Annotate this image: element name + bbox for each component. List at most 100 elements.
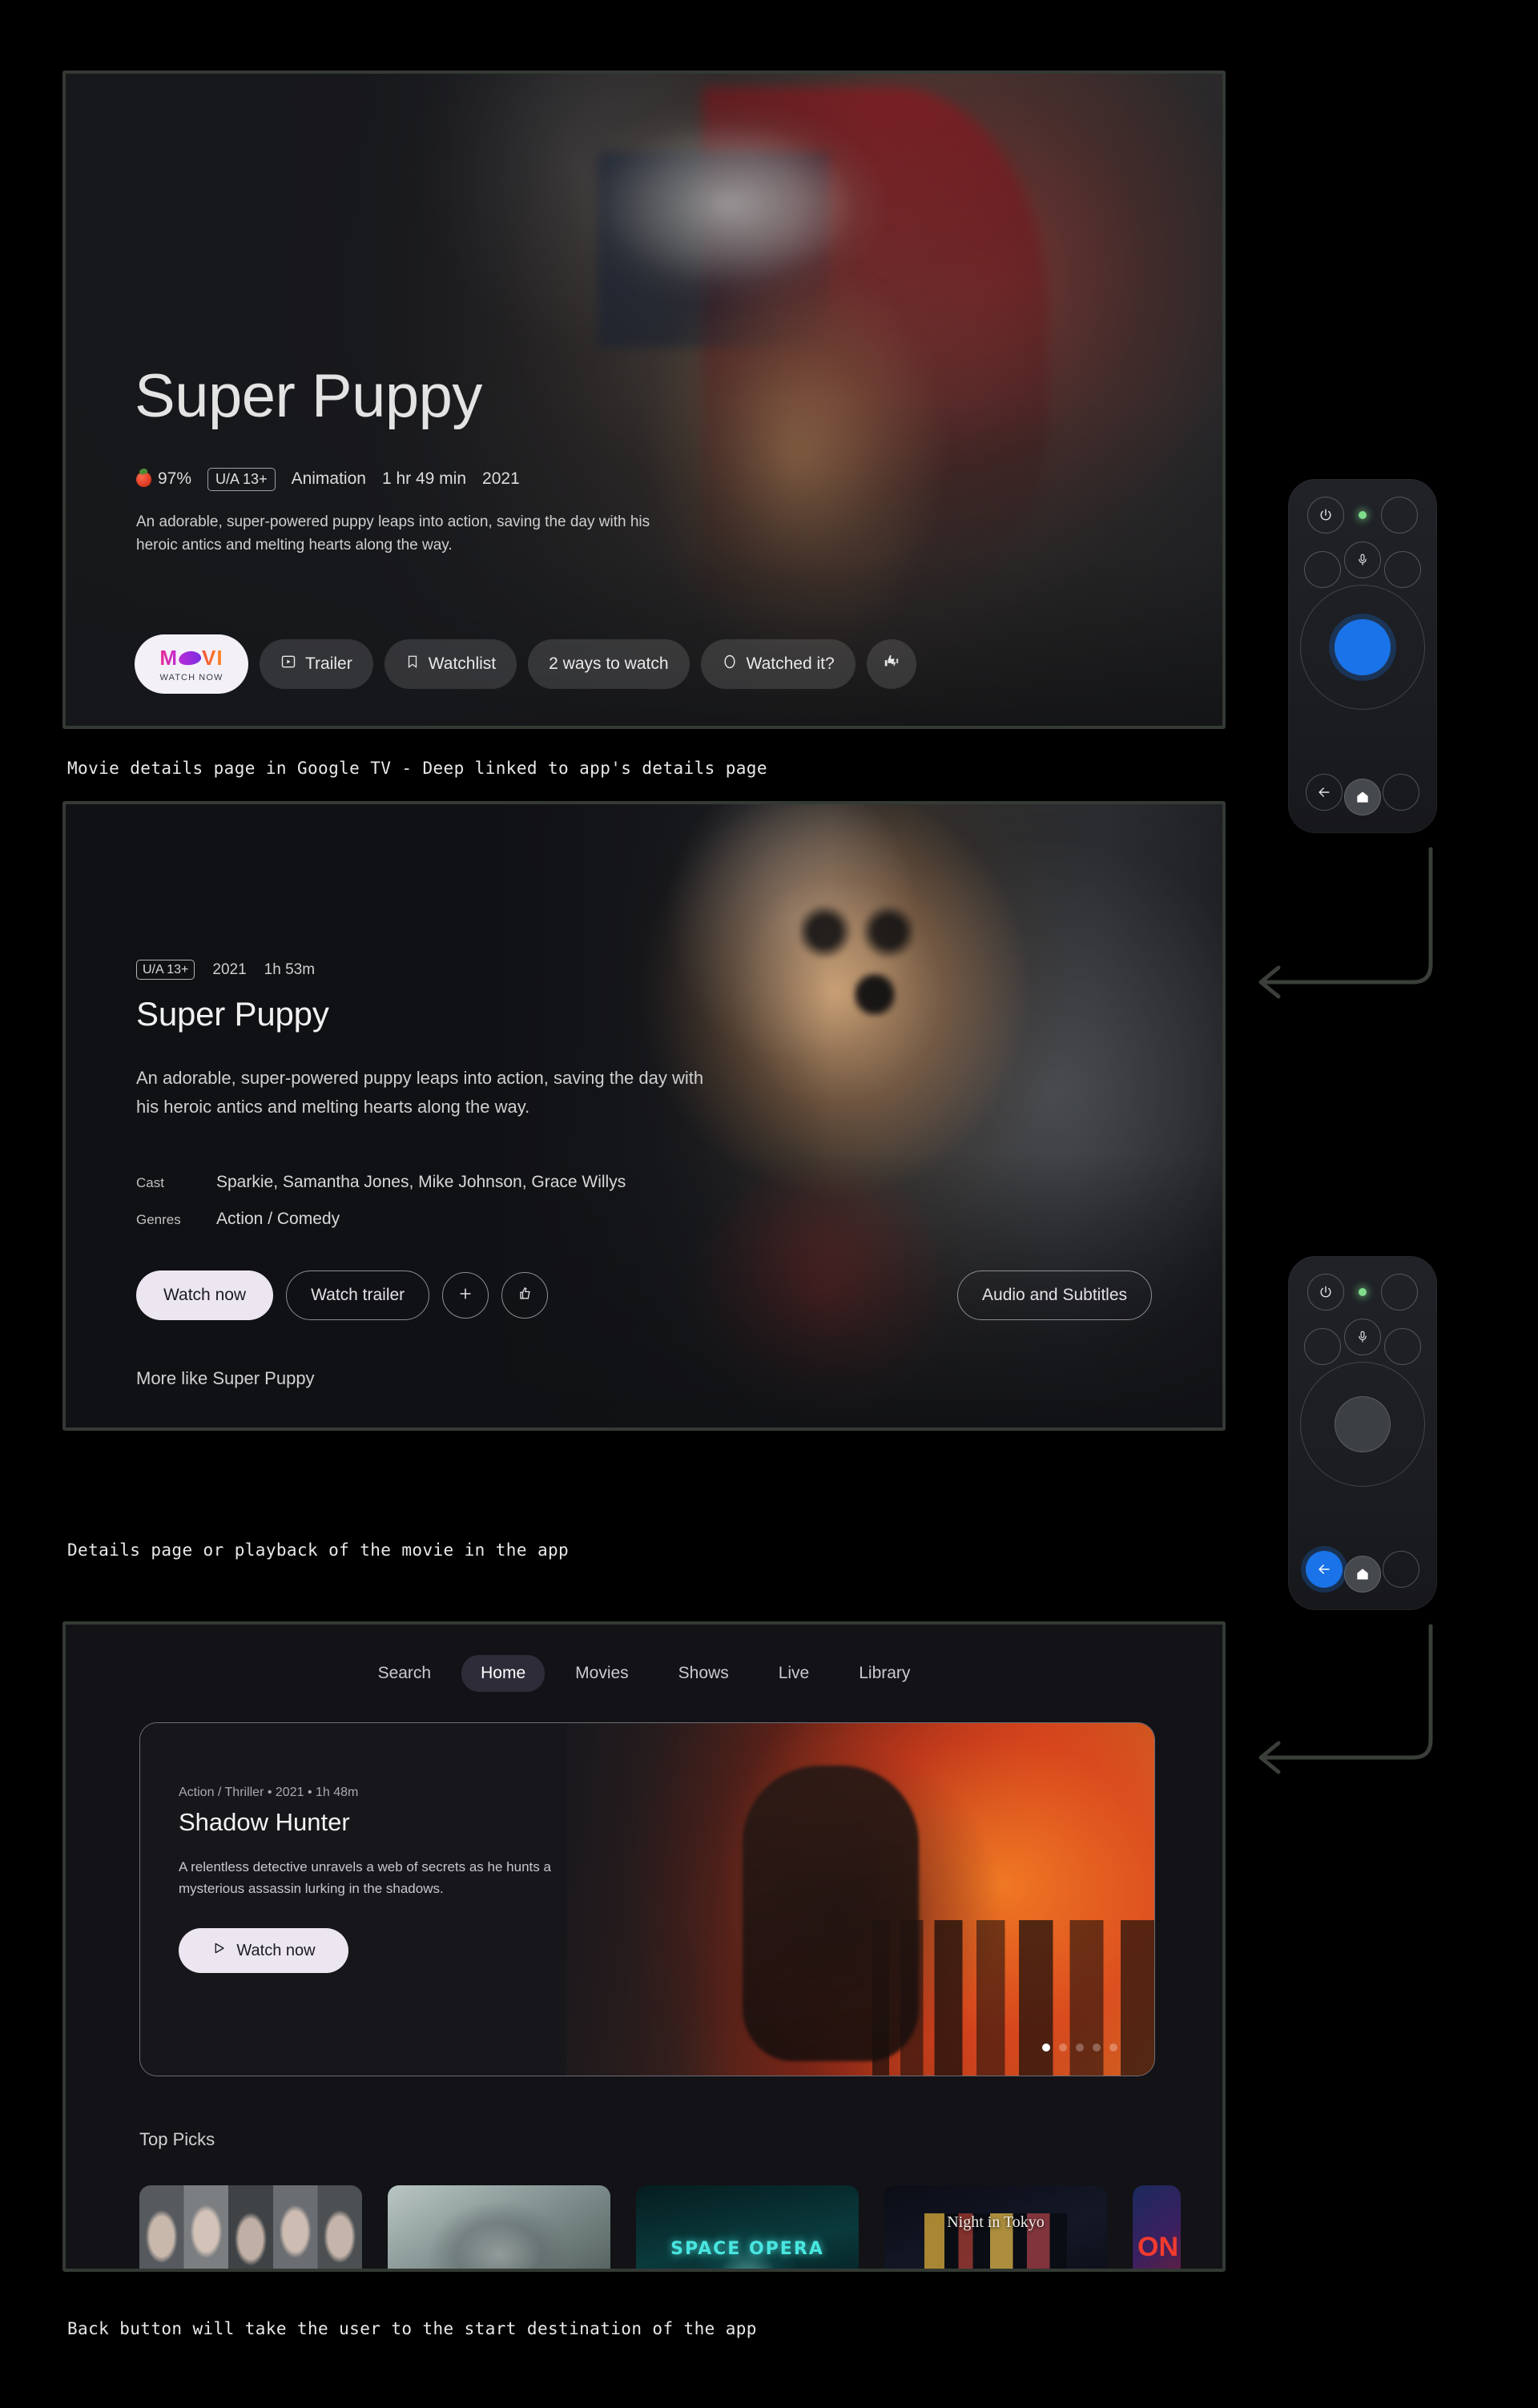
hero-metadata: Action / Thriller • 2021 • 1h 48m — [179, 1786, 359, 1799]
audio-and-subtitles-button[interactable]: Audio and Subtitles — [957, 1270, 1152, 1320]
microphone-button[interactable] — [1344, 542, 1381, 578]
thumbs-up-icon — [517, 1286, 533, 1306]
menu-button[interactable] — [1383, 774, 1419, 811]
nav-item-search[interactable]: Search — [359, 1655, 451, 1692]
carousel-dot[interactable] — [1042, 2044, 1050, 2052]
back-button[interactable] — [1306, 774, 1343, 811]
cast-section-title: Cast & Crew — [136, 727, 235, 729]
add-to-list-button[interactable] — [442, 1272, 489, 1319]
play-box-icon — [280, 654, 296, 674]
metadata-row: 97% U/A 13+ Animation 1 hr 49 min 2021 — [136, 468, 520, 491]
right-aux-button[interactable] — [1384, 1328, 1421, 1365]
birds-thumbnail[interactable] — [881, 1427, 1104, 1431]
google-tv-details-panel: Super Puppy 97% U/A 13+ Animation 1 hr 4… — [62, 70, 1226, 729]
status-led-icon — [1359, 1288, 1367, 1296]
remote-bottom — [1288, 1256, 1437, 1610]
hero-text-block: Action / Thriller • 2021 • 1h 48m Shadow… — [179, 1786, 555, 1974]
fact-row-cast: Cast Sparkie, Samantha Jones, Mike Johns… — [136, 1173, 626, 1192]
fact-value: Sparkie, Samantha Jones, Mike Johnson, G… — [216, 1173, 626, 1191]
duration-label: 1h 53m — [264, 960, 316, 978]
year-label: 2021 — [212, 960, 247, 978]
dpad[interactable] — [1300, 585, 1425, 710]
carousel-pagination[interactable] — [1042, 2044, 1117, 2052]
watch-now-button[interactable]: Watch now — [136, 1270, 274, 1320]
rail-title: More like Super Puppy — [136, 1368, 315, 1388]
duration-label: 1 hr 49 min — [381, 469, 467, 489]
more-like-rail[interactable] — [136, 1427, 1178, 1431]
ways-to-watch-button[interactable]: 2 ways to watch — [528, 639, 690, 689]
night-in-tokyo-thumbnail[interactable] — [884, 2185, 1107, 2269]
dpad-select-button[interactable] — [1335, 1396, 1391, 1452]
synopsis: An adorable, super-powered puppy leaps i… — [136, 1068, 704, 1117]
nav-item-shows[interactable]: Shows — [659, 1655, 748, 1692]
action-bar: M VI WATCH NOW Trailer Watchlist 2 ways … — [135, 634, 916, 694]
nav-item-live[interactable]: Live — [759, 1655, 829, 1692]
left-aux-button[interactable] — [1304, 1328, 1341, 1365]
watched-it-button[interactable]: Watched it? — [700, 639, 856, 689]
bookmark-icon — [405, 654, 420, 674]
gtv-content: Super Puppy 97% U/A 13+ Animation 1 hr 4… — [135, 74, 1222, 726]
watchlist-label: Watchlist — [428, 654, 497, 673]
input-button[interactable] — [1381, 497, 1418, 534]
rate-button[interactable] — [866, 639, 916, 689]
hero-synopsis: A relentless detective unravels a web of… — [179, 1859, 551, 1897]
nav-item-movies[interactable]: Movies — [556, 1655, 648, 1692]
circle-icon — [722, 654, 738, 674]
home-button[interactable] — [1344, 1556, 1381, 1593]
rotten-tomatoes-score: 97% — [136, 469, 191, 489]
carousel-dot[interactable] — [1059, 2044, 1067, 2052]
dpad[interactable] — [1300, 1362, 1425, 1487]
carousel-dot[interactable] — [1109, 2044, 1117, 2052]
edge-thumbnail[interactable] — [1129, 1427, 1178, 1431]
monkeys-thumbnail[interactable] — [633, 1427, 856, 1431]
carousel-dot[interactable] — [1093, 2044, 1101, 2052]
action-bar: Watch now Watch trailer Audio and Subtit… — [136, 1270, 1152, 1320]
movi-watch-now-button[interactable]: M VI WATCH NOW — [135, 634, 248, 694]
ape-thumbnail[interactable] — [388, 2185, 610, 2269]
hero-carousel-card[interactable]: Action / Thriller • 2021 • 1h 48m Shadow… — [139, 1722, 1155, 2076]
trailer-button[interactable]: Trailer — [260, 639, 373, 689]
one-thumbnail[interactable] — [1133, 2185, 1181, 2269]
connector-arrow-top — [1258, 847, 1433, 999]
like-button[interactable] — [501, 1272, 549, 1319]
fact-key: Cast — [136, 1175, 164, 1190]
year-label: 2021 — [482, 469, 520, 489]
content-rating-badge: U/A 13+ — [136, 960, 195, 981]
metadata-row: U/A 13+ 2021 1h 53m — [136, 960, 316, 981]
movi-logo-m: M — [159, 646, 179, 670]
microphone-button[interactable] — [1344, 1319, 1381, 1355]
movi-swoosh-icon — [178, 650, 203, 666]
hero-watch-now-button[interactable]: Watch now — [179, 1928, 348, 1974]
movi-logo: M VI — [159, 646, 223, 670]
nav-item-library[interactable]: Library — [839, 1655, 929, 1692]
green-creature-thumbnail[interactable] — [384, 1427, 607, 1431]
app-home-panel: Search Home Movies Shows Live Library Ac… — [62, 1621, 1226, 2272]
play-triangle-icon — [211, 1941, 226, 1960]
trailer-label: Trailer — [305, 654, 352, 673]
watch-trailer-button[interactable]: Watch trailer — [286, 1270, 430, 1320]
menu-button[interactable] — [1383, 1551, 1419, 1588]
dpad-select-button[interactable] — [1335, 619, 1391, 675]
thumbs-updown-icon — [883, 653, 900, 675]
suits-thumbnail[interactable] — [139, 2185, 362, 2269]
power-button[interactable] — [1307, 1274, 1344, 1311]
space-opera-thumbnail[interactable] — [636, 2185, 859, 2269]
watchlist-button[interactable]: Watchlist — [384, 639, 517, 689]
left-aux-button[interactable] — [1304, 551, 1341, 588]
caption-app-details: Details page or playback of the movie in… — [67, 1540, 570, 1560]
input-button[interactable] — [1381, 1274, 1418, 1311]
top-picks-rail[interactable] — [139, 2185, 1181, 2269]
home-button[interactable] — [1344, 779, 1381, 815]
fact-row-genres: Genres Action / Comedy — [136, 1210, 626, 1229]
score-value: 97% — [158, 469, 192, 489]
right-aux-button[interactable] — [1384, 551, 1421, 588]
carousel-dot[interactable] — [1076, 2044, 1084, 2052]
top-navigation: Search Home Movies Shows Live Library — [66, 1655, 1222, 1692]
rail-title: Top Picks — [139, 2129, 215, 2149]
tiger-thumbnail[interactable] — [136, 1427, 359, 1431]
power-button[interactable] — [1307, 497, 1344, 534]
back-button[interactable] — [1306, 1551, 1343, 1588]
status-led-icon — [1359, 511, 1367, 519]
movi-logo-vi: VI — [202, 646, 223, 670]
nav-item-home[interactable]: Home — [461, 1655, 546, 1692]
